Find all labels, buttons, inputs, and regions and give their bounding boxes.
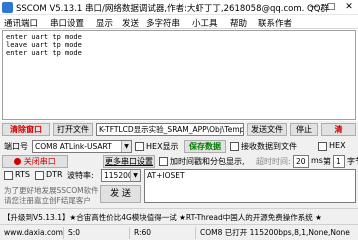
- receive-output[interactable]: enter uart tp mode leave uart tp mode en…: [2, 30, 356, 120]
- recv-to-file-label: 接收数据到文件: [241, 142, 297, 151]
- dtr-checkbox[interactable]: [35, 171, 44, 180]
- window-title: SSCOM V5.13.1 串口/网络数据调试器,作者:大虾丁丁,2618058…: [16, 4, 329, 14]
- timeout-input[interactable]: 20: [293, 155, 309, 168]
- rts-label: RTS: [15, 170, 30, 179]
- port-value: COM8 ATLink-USART: [35, 142, 112, 151]
- menu-serial-settings[interactable]: 串口设置: [50, 17, 84, 29]
- close-port-label: 关闭串口: [23, 157, 56, 166]
- timestamp-checkbox[interactable]: [159, 157, 168, 166]
- menu-send[interactable]: 发送: [122, 17, 139, 29]
- menu-bar: 通讯端口 串口设置 显示 发送 多字符串 小工具 帮助 联系作者: [0, 15, 358, 29]
- hex-send-checkbox[interactable]: [318, 142, 327, 151]
- ms-label: ms: [311, 156, 323, 165]
- menu-multi-string[interactable]: 多字符串: [146, 17, 180, 29]
- timeout-label: 超时时间:: [256, 157, 291, 166]
- notice-line-2: 请您注册嘉立创F结尾客户: [4, 196, 91, 205]
- clear-window-button[interactable]: 清除窗口: [2, 123, 50, 136]
- byte-index-input[interactable]: 1: [333, 155, 345, 168]
- output-line: enter uart tp mode: [6, 33, 82, 41]
- control-panel: 端口号 COM8 ATLink-USART ▼ HEX显示 保存数据 接收数据到…: [0, 138, 358, 208]
- byte-label: 字节: [347, 157, 358, 166]
- hex-send-label: HEX: [329, 141, 346, 150]
- output-line: enter uart tp mode: [6, 49, 82, 57]
- send-file-button[interactable]: 发送文件: [247, 123, 287, 136]
- nth-label: 第: [323, 157, 331, 166]
- close-button[interactable]: ✕: [341, 0, 357, 15]
- timestamp-label: 加时间戳和分包显示,: [170, 157, 245, 166]
- menu-help[interactable]: 帮助: [230, 17, 247, 29]
- file-toolbar: 清除窗口 打开文件 K-TFTLCD显示实验_SRAM_APP\Obj\Temp…: [0, 121, 358, 138]
- hex-display-label: HEX显示: [146, 142, 179, 151]
- status-bar: www.daxia.com S:0 R:60 COM8 已打开 115200bp…: [0, 224, 358, 240]
- baud-value: 115200: [104, 171, 133, 180]
- menu-display[interactable]: 显示: [96, 17, 113, 29]
- open-file-button[interactable]: 打开文件: [53, 123, 93, 136]
- hex-display-checkbox[interactable]: [135, 142, 144, 151]
- port-select[interactable]: COM8 ATLink-USART ▼: [32, 140, 132, 153]
- status-sent-count: S:0: [66, 227, 130, 239]
- menu-contact-author[interactable]: 联系作者: [258, 17, 292, 29]
- send-text-input[interactable]: AT+IOSET: [144, 169, 356, 203]
- stop-button[interactable]: 停止: [290, 123, 318, 136]
- minimize-button[interactable]: —: [306, 0, 322, 15]
- baud-label: 波特率:: [67, 171, 94, 180]
- ticker-bar: 【升级到V5.13.1】★合宙高性价比4G模块值得一试 ★RT-Thread中国…: [0, 208, 358, 224]
- close-port-button[interactable]: 关闭串口: [2, 155, 68, 168]
- port-status-icon: [14, 158, 22, 165]
- output-line: leave uart tp mode: [6, 41, 82, 49]
- maximize-button[interactable]: □: [323, 0, 339, 15]
- rts-checkbox[interactable]: [4, 171, 13, 180]
- chevron-down-icon: ▼: [130, 170, 140, 181]
- dtr-label: DTR: [46, 170, 63, 179]
- file-path-field[interactable]: K-TFTLCD显示实验_SRAM_APP\Obj\Template.bin: [96, 123, 244, 136]
- ticker-text: 【升级到V5.13.1】★合宙高性价比4G模块值得一试 ★RT-Thread中国…: [3, 213, 322, 222]
- app-icon: [2, 2, 13, 13]
- status-port-info: COM8 已打开 115200bps,8,1,None,None: [200, 228, 350, 237]
- recv-to-file-checkbox[interactable]: [230, 142, 239, 151]
- send-button[interactable]: 发 送: [100, 185, 141, 203]
- title-bar: SSCOM V5.13.1 串口/网络数据调试器,作者:大虾丁丁,2618058…: [0, 0, 358, 15]
- chevron-down-icon: ▼: [121, 141, 131, 152]
- menu-comm-port[interactable]: 通讯端口: [4, 17, 38, 29]
- more-settings-button[interactable]: 更多串口设置: [103, 155, 155, 168]
- baud-select[interactable]: 115200 ▼: [101, 169, 141, 182]
- save-data-button[interactable]: 保存数据: [184, 140, 226, 153]
- status-website[interactable]: www.daxia.com: [2, 227, 64, 239]
- menu-tools[interactable]: 小工具: [192, 17, 218, 29]
- clear-send-button[interactable]: 清: [321, 123, 356, 136]
- port-label: 端口号: [4, 142, 28, 151]
- status-received-count: R:60: [132, 227, 196, 239]
